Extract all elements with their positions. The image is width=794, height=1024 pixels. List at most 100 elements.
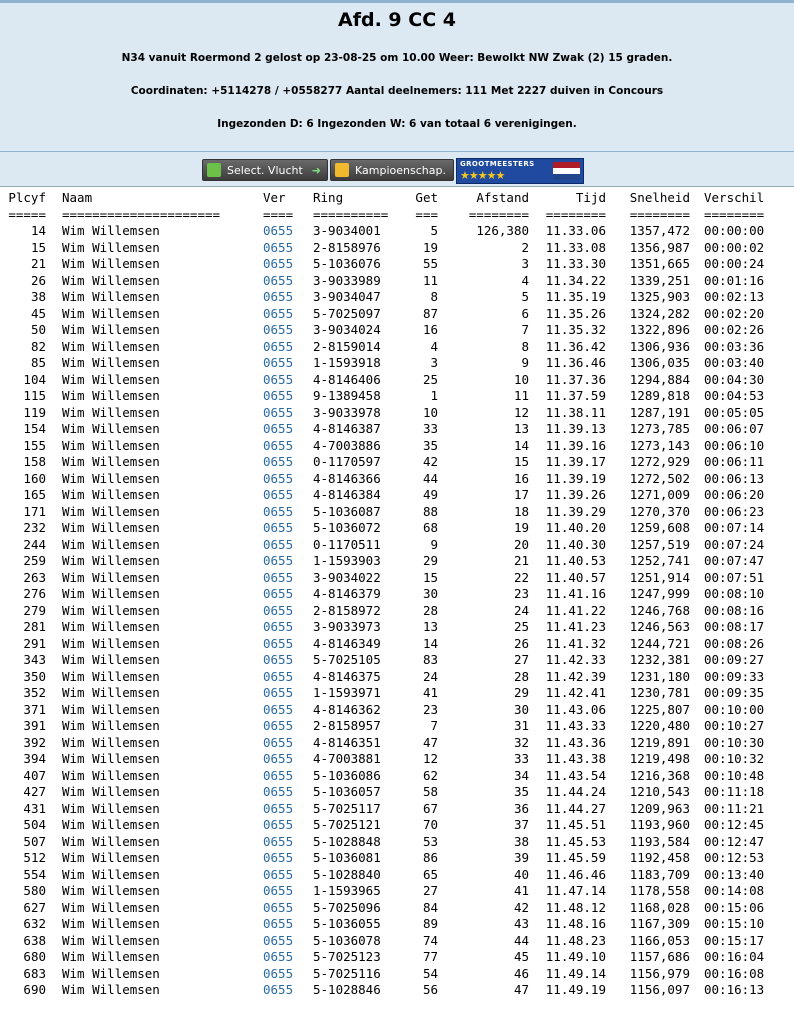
table-row-ver[interactable]: 0655: [263, 570, 293, 587]
table-row-ver[interactable]: 0655: [263, 405, 293, 422]
table-row-vers: 00:12:47: [704, 833, 765, 849]
table-row-ver[interactable]: 0655: [263, 636, 293, 653]
table-row-get: 49: [422, 487, 438, 502]
table-row-vers: 00:11:21: [704, 800, 765, 816]
select-flight-button[interactable]: Select. Vlucht ➜: [202, 159, 328, 181]
table-row-ver[interactable]: 0655: [263, 768, 293, 785]
table-row-ver[interactable]: 0655: [263, 520, 293, 537]
table-row-ver[interactable]: 0655: [263, 388, 293, 405]
table-row-ring: 4-8146362: [313, 701, 381, 717]
table-row-get: 77: [422, 949, 438, 964]
table-row-vers: 00:07:51: [704, 569, 765, 585]
table-row-ring: 3-9034047: [313, 289, 381, 304]
header-underline-tijd: ========: [545, 206, 606, 222]
table-row-ring: 0-1170511: [313, 536, 381, 552]
table-row-ver[interactable]: 0655: [263, 586, 293, 603]
table-row-afs: 33: [513, 751, 529, 766]
table-row-tijd: 11.45.53: [545, 833, 606, 849]
table-row-ver[interactable]: 0655: [263, 339, 293, 356]
table-row-ring: 4-8146406: [313, 371, 381, 387]
table-row-afs: 29: [513, 685, 529, 700]
table-row-ver[interactable]: 0655: [263, 289, 293, 306]
table-row-ver[interactable]: 0655: [263, 933, 293, 950]
table-row-ver[interactable]: 0655: [263, 949, 293, 966]
table-row-ver[interactable]: 0655: [263, 487, 293, 504]
table-row-naam: Wim Willemsen: [62, 899, 160, 915]
table-row-naam: Wim Willemsen: [62, 388, 160, 403]
table-row-plc: 104: [23, 371, 46, 387]
table-row-naam: Wim Willemsen: [62, 404, 160, 420]
table-row-get: 9: [430, 536, 438, 552]
table-row-ver[interactable]: 0655: [263, 240, 293, 257]
table-row-ver[interactable]: 0655: [263, 784, 293, 801]
table-row-ver[interactable]: 0655: [263, 553, 293, 570]
table-row-vers: 00:06:10: [704, 437, 765, 453]
table-row-snel: 1156,097: [629, 982, 690, 997]
table-row-ver[interactable]: 0655: [263, 982, 293, 999]
table-row-vers: 00:09:27: [704, 652, 765, 667]
table-row-plc: 119: [23, 404, 46, 420]
table-row-ver[interactable]: 0655: [263, 273, 293, 290]
table-row-ver[interactable]: 0655: [263, 306, 293, 323]
table-row-ver[interactable]: 0655: [263, 966, 293, 983]
table-row-ver[interactable]: 0655: [263, 223, 293, 240]
table-row-ver[interactable]: 0655: [263, 603, 293, 620]
table-row-ver[interactable]: 0655: [263, 735, 293, 752]
table-row-tijd: 11.41.16: [545, 586, 606, 601]
table-row-ver[interactable]: 0655: [263, 817, 293, 834]
table-row-snel: 1257,519: [629, 536, 690, 552]
championship-button[interactable]: Kampioenschap.: [330, 159, 454, 181]
table-row-naam: Wim Willemsen: [62, 272, 160, 288]
table-row-ver[interactable]: 0655: [263, 454, 293, 471]
table-row-afs: 4: [521, 272, 529, 288]
table-row-tijd: 11.42.39: [545, 668, 606, 684]
table-row-naam: Wim Willemsen: [62, 685, 160, 700]
table-row-tijd: 11.34.22: [545, 272, 606, 288]
table-row-get: 35: [422, 437, 438, 453]
table-row-ver[interactable]: 0655: [263, 751, 293, 768]
table-row-ring: 2-8158972: [313, 602, 381, 618]
table-row-ver[interactable]: 0655: [263, 504, 293, 521]
table-row-ver[interactable]: 0655: [263, 850, 293, 867]
table-row-plc: 371: [23, 701, 46, 717]
table-row-ver[interactable]: 0655: [263, 256, 293, 273]
table-row-ver[interactable]: 0655: [263, 619, 293, 636]
table-row-ver[interactable]: 0655: [263, 438, 293, 455]
table-row-get: 30: [422, 586, 438, 601]
table-row-vers: 00:16:04: [704, 949, 765, 964]
table-row-get: 25: [422, 371, 438, 387]
table-row-naam: Wim Willemsen: [62, 371, 160, 387]
table-row-ver[interactable]: 0655: [263, 669, 293, 686]
table-row-ver[interactable]: 0655: [263, 900, 293, 917]
table-row-naam: Wim Willemsen: [62, 322, 160, 337]
table-row-ver[interactable]: 0655: [263, 322, 293, 339]
table-row-snel: 1193,584: [629, 833, 690, 849]
table-row-ver[interactable]: 0655: [263, 883, 293, 900]
table-row-snel: 1273,785: [629, 421, 690, 436]
table-row-ver[interactable]: 0655: [263, 355, 293, 372]
table-row-naam: Wim Willemsen: [62, 916, 160, 931]
table-row-ver[interactable]: 0655: [263, 372, 293, 389]
table-row-ver[interactable]: 0655: [263, 537, 293, 554]
table-row-ver[interactable]: 0655: [263, 801, 293, 818]
table-row-plc: 115: [23, 388, 46, 403]
table-row-get: 41: [422, 685, 438, 700]
grootmeesters-button[interactable]: GROOTMEESTERS ★★★★★: [456, 158, 584, 184]
table-row-vers: 00:04:30: [704, 371, 765, 387]
table-row-get: 10: [422, 404, 438, 420]
table-row-tijd: 11.39.29: [545, 503, 606, 519]
table-row-ver[interactable]: 0655: [263, 421, 293, 438]
table-row-afs: 24: [513, 602, 529, 618]
table-row-ver[interactable]: 0655: [263, 867, 293, 884]
table-row-ver[interactable]: 0655: [263, 685, 293, 702]
table-row-ver[interactable]: 0655: [263, 702, 293, 719]
table-row-naam: Wim Willemsen: [62, 883, 160, 898]
table-row-ver[interactable]: 0655: [263, 834, 293, 851]
table-row-ver[interactable]: 0655: [263, 652, 293, 669]
table-row-ver[interactable]: 0655: [263, 471, 293, 488]
table-row-vers: 00:08:16: [704, 602, 765, 618]
table-row-get: 67: [422, 800, 438, 816]
table-row-afs: 25: [513, 619, 529, 634]
table-row-ver[interactable]: 0655: [263, 718, 293, 735]
table-row-ver[interactable]: 0655: [263, 916, 293, 933]
